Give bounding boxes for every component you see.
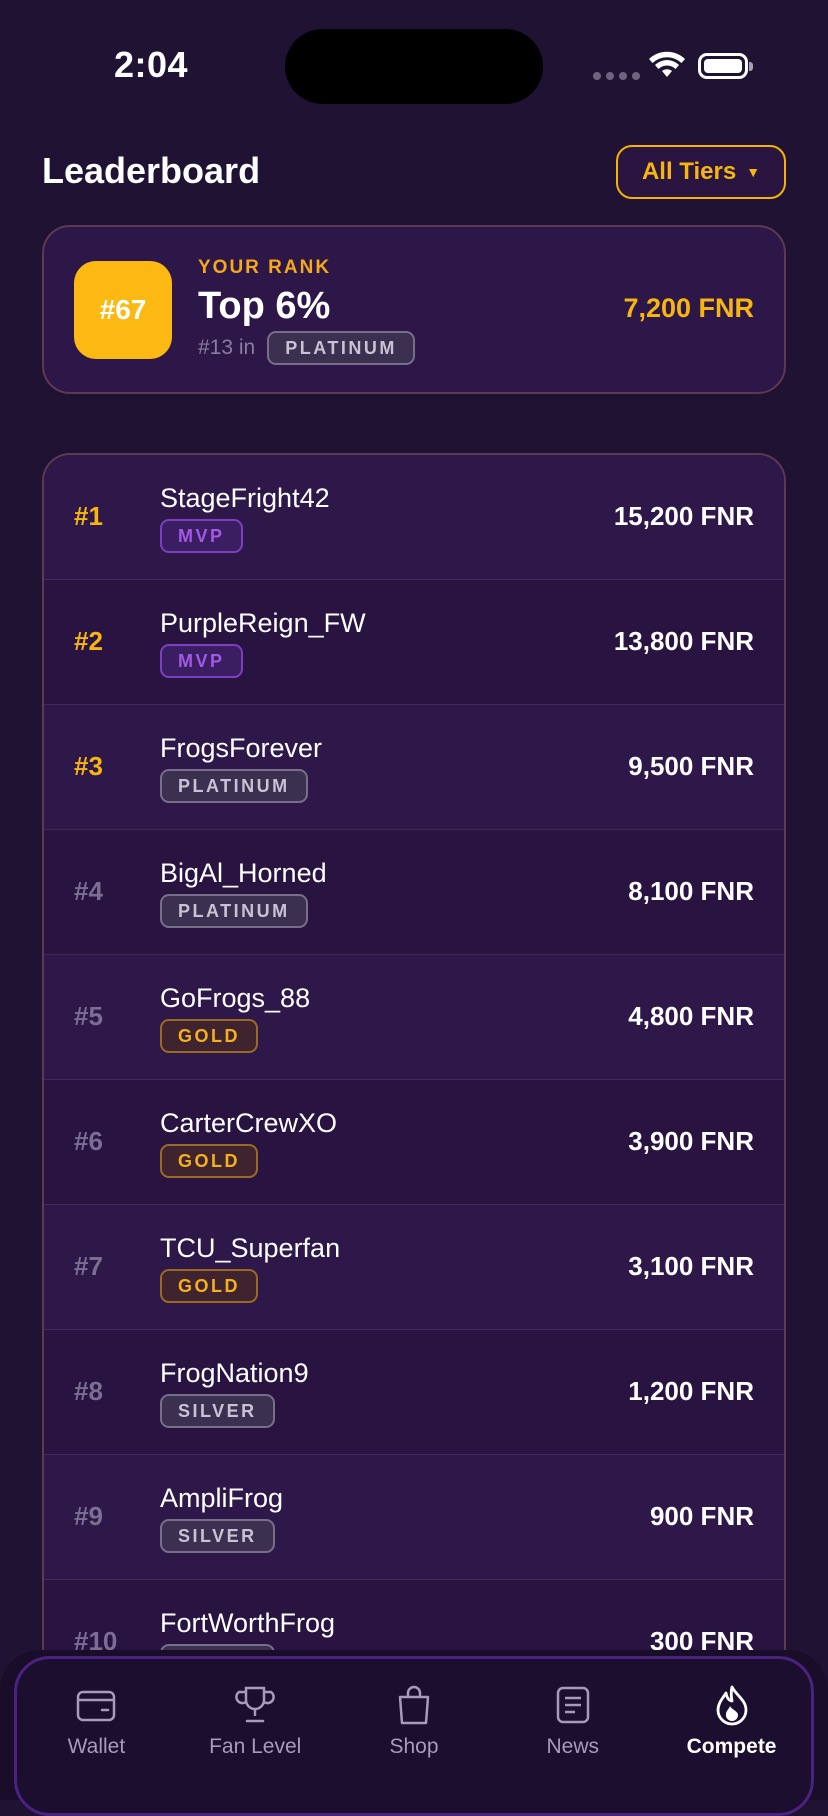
tier-badge: GOLD [160,1019,258,1053]
username: FrogsForever [160,733,323,763]
rank-position: #8 [74,1376,103,1406]
status-time: 2:04 [114,44,189,85]
tier-badge: MVP [160,644,243,678]
shopping-bag-icon [398,1685,430,1725]
rank-position: #1 [74,501,103,531]
username: PurpleReign_FW [160,608,366,638]
rank-position: #6 [74,1126,103,1156]
leaderboard-row[interactable]: #8 FrogNation9 SILVER 1,200 FNR [44,1330,784,1455]
tab-news[interactable]: News [498,1683,648,1813]
tab-label: Shop [389,1735,439,1758]
tab-compete[interactable]: Compete [657,1683,807,1813]
wallet-icon [77,1690,116,1722]
tier-badge: SILVER [160,1519,275,1553]
your-fnr-balance: 7,200 FNR [623,293,754,323]
tier-badge: SILVER [160,1394,275,1428]
tab-bar: Wallet Fan Level Shop News Compete [0,1650,828,1816]
username: FrogNation9 [160,1358,309,1388]
fnr-points: 900 FNR [649,1501,754,1531]
username: GoFrogs_88 [160,983,311,1013]
your-rank-tile: #67 [74,261,172,359]
leaderboard-row[interactable]: #7 TCU_Superfan GOLD 3,100 FNR [44,1205,784,1330]
tier-badge: PLATINUM [160,769,308,803]
fnr-points: 15,200 FNR [613,501,754,531]
tier-badge: GOLD [160,1269,258,1303]
tier-badge: PLATINUM [160,894,308,928]
rank-position: #3 [74,751,103,781]
leaderboard-row[interactable]: #5 GoFrogs_88 GOLD 4,800 FNR [44,955,784,1080]
fnr-points: 3,900 FNR [628,1126,754,1156]
tab-fan-level[interactable]: Fan Level [180,1683,330,1813]
tab-label: News [546,1735,600,1758]
leaderboard-row[interactable]: #6 CarterCrewXO GOLD 3,900 FNR [44,1080,784,1205]
fnr-points: 8,100 FNR [628,876,754,906]
fnr-points: 4,800 FNR [628,1001,754,1031]
tab-label: Wallet [67,1735,126,1758]
trophy-icon [235,1686,276,1723]
battery-icon [698,53,753,79]
tier-badge: PLATINUM [267,331,415,365]
dynamic-island [285,29,543,104]
leaderboard-row[interactable]: #9 AmpliFrog SILVER 900 FNR [44,1455,784,1580]
username: FortWorthFrog [160,1608,336,1638]
fnr-points: 13,800 FNR [613,626,754,656]
leaderboard-row[interactable]: #3 FrogsForever PLATINUM 9,500 FNR [44,705,784,830]
username: CarterCrewXO [160,1108,338,1138]
rank-position: #7 [74,1251,103,1281]
rank-position: #2 [74,626,103,656]
tier-filter-label: All Tiers [641,158,737,185]
tab-wallet[interactable]: Wallet [21,1683,171,1813]
username: AmpliFrog [160,1483,284,1513]
tab-shop[interactable]: Shop [339,1683,489,1813]
fnr-points: 1,200 FNR [628,1376,754,1406]
tab-label: Compete [686,1735,777,1758]
fnr-points: 9,500 FNR [628,751,754,781]
top-percent: Top 6% [198,285,331,327]
cellular-signal-icon [593,72,640,80]
leaderboard-row[interactable]: #1 StageFright42 MVP 15,200 FNR [44,455,784,580]
tier-filter-dropdown[interactable]: All Tiers ▼ [616,145,786,199]
username: BigAl_Horned [160,858,327,888]
wifi-icon [649,51,685,77]
tier-badge: GOLD [160,1144,258,1178]
rank-position: #4 [74,876,103,906]
rank-position: #5 [74,1001,103,1031]
rank-position: #9 [74,1501,103,1531]
tab-label: Fan Level [209,1735,302,1758]
tier-rank-text: #13 in [198,336,256,359]
caret-down-icon: ▼ [746,164,761,180]
your-rank-label: YOUR RANK [198,257,332,278]
tier-badge: MVP [160,519,243,553]
your-rank-card: #67 YOUR RANK Top 6% #13 in PLATINUM 7,2… [42,225,786,394]
flame-icon [716,1685,747,1726]
username: StageFright42 [160,483,330,513]
page-title: Leaderboard [42,150,261,191]
leaderboard-row[interactable]: #2 PurpleReign_FW MVP 13,800 FNR [44,580,784,705]
fnr-points: 3,100 FNR [628,1251,754,1281]
username: TCU_Superfan [160,1233,341,1263]
news-icon [556,1686,590,1724]
leaderboard-row[interactable]: #4 BigAl_Horned PLATINUM 8,100 FNR [44,830,784,955]
leaderboard-list: #1 StageFright42 MVP 15,200 FNR #2 PurpleReig… [42,453,786,1753]
tier-rank: #13 in PLATINUM [198,331,415,365]
